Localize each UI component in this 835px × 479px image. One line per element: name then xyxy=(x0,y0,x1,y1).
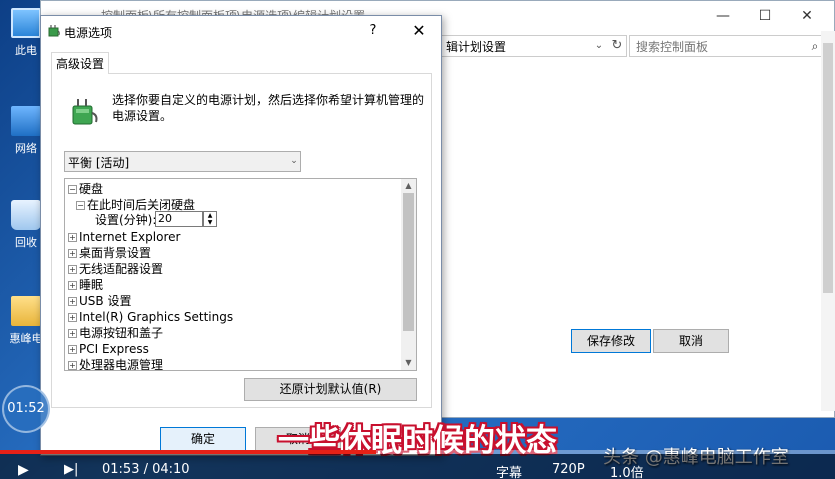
network-globe-icon xyxy=(11,106,41,136)
expand-icon[interactable]: + xyxy=(68,345,77,354)
tree-item-label: 无线适配器设置 xyxy=(79,262,164,276)
tree-item-label: 电源按钮和盖子 xyxy=(79,326,164,340)
desktop-icon-label: 此电 xyxy=(15,44,37,57)
expand-icon[interactable]: + xyxy=(68,361,77,370)
tree-item-intel-graphics[interactable]: + Intel(R) Graphics Settings xyxy=(68,309,233,325)
time-display: 01:53 / 04:10 xyxy=(102,462,190,477)
chevron-down-icon[interactable]: ⌄ xyxy=(287,151,301,172)
desktop-icon-label: 网络 xyxy=(15,142,37,155)
tree-item-label: USB 设置 xyxy=(79,294,132,308)
tree-item-processor-power[interactable]: + 处理器电源管理 xyxy=(68,357,164,371)
tree-item-label: Internet Explorer xyxy=(79,230,181,244)
play-icon[interactable]: ▶ xyxy=(18,462,29,478)
tree-item-label: 硬盘 xyxy=(79,182,104,196)
intro-text: 选择你要自定义的电源计划，然后选择你希望计算机管理的电源设置。 xyxy=(112,93,425,123)
tree-item-desktop-background[interactable]: + 桌面背景设置 xyxy=(68,245,151,261)
scroll-down-icon[interactable]: ▼ xyxy=(401,356,416,370)
close-icon[interactable]: ✕ xyxy=(793,5,821,27)
expand-icon[interactable]: + xyxy=(68,233,77,242)
collapse-icon[interactable]: − xyxy=(68,185,77,194)
expand-icon[interactable]: + xyxy=(68,281,77,290)
tree-item-label: 在此时间后关闭硬盘 xyxy=(87,198,196,212)
ok-button[interactable]: 确定 xyxy=(160,427,246,452)
tree-item-label: PCI Express xyxy=(79,342,149,356)
tree-item-label: 睡眠 xyxy=(79,278,104,292)
maximize-icon[interactable]: ☐ xyxy=(751,5,779,27)
minimize-icon[interactable]: — xyxy=(709,5,737,27)
chevron-down-icon[interactable]: ⌄ xyxy=(589,35,609,57)
tree-item-label: 桌面背景设置 xyxy=(79,246,152,260)
tree-item-internet-explorer[interactable]: + Internet Explorer xyxy=(68,229,180,245)
computer-icon xyxy=(11,8,41,38)
desktop-icon-label: 惠峰电 xyxy=(9,332,43,345)
folder-icon xyxy=(11,296,41,326)
tree-item-hard-disk[interactable]: − 硬盘 xyxy=(68,181,103,197)
elapsed-time-badge: 01:52 xyxy=(2,385,50,433)
vertical-scrollbar[interactable] xyxy=(821,31,835,411)
power-options-dialog: 电源选项 ? ✕ 高级设置 选择你要自定义的电源计划，然后选择你希望计算机管理的… xyxy=(40,15,442,456)
save-changes-button[interactable]: 保存修改 xyxy=(571,329,651,353)
quality-button[interactable]: 720P xyxy=(552,462,585,477)
address-text: 辑计划设置 xyxy=(446,40,507,54)
tree-item-wireless-adapter[interactable]: + 无线适配器设置 xyxy=(68,261,163,277)
dialog-titlebar: 电源选项 ? ✕ xyxy=(41,16,441,46)
subtitles-button[interactable]: 字幕 xyxy=(496,462,522,479)
refresh-icon[interactable]: ↻ xyxy=(607,35,627,57)
search-input[interactable]: 搜索控制面板 xyxy=(629,35,825,57)
expand-icon[interactable]: + xyxy=(68,297,77,306)
expand-icon[interactable]: + xyxy=(68,249,77,258)
setting-minutes-label: 设置(分钟): xyxy=(95,213,157,227)
power-plan-large-icon xyxy=(72,99,98,125)
tree-item-usb[interactable]: + USB 设置 xyxy=(68,293,131,309)
power-plan-icon xyxy=(48,25,60,37)
minutes-input[interactable]: 20 xyxy=(155,211,203,227)
speed-button[interactable]: 1.0倍 xyxy=(610,462,644,479)
scrollbar-thumb[interactable] xyxy=(823,43,833,293)
next-icon[interactable]: ▶| xyxy=(64,462,78,477)
tree-item-sleep[interactable]: + 睡眠 xyxy=(68,277,103,293)
tree-item-label: Intel(R) Graphics Settings xyxy=(79,310,234,324)
video-controls: ▶ ▶| 01:53 / 04:10 字幕 720P 1.0倍 xyxy=(0,454,835,479)
power-plan-select[interactable]: 平衡 [活动] xyxy=(64,151,301,172)
tree-item-label: 处理器电源管理 xyxy=(79,358,164,371)
restore-defaults-button[interactable]: 还原计划默认值(R) xyxy=(244,378,417,401)
expand-icon[interactable]: + xyxy=(68,329,77,338)
scrollbar-thumb[interactable] xyxy=(403,193,414,331)
desktop-icon-label: 回收 xyxy=(15,236,37,249)
expand-icon[interactable]: + xyxy=(68,313,77,322)
settings-tree[interactable]: − 硬盘 − 在此时间后关闭硬盘 设置(分钟): 20 ▲ ▼ + Internet E… xyxy=(64,178,417,371)
search-placeholder: 搜索控制面板 xyxy=(636,40,709,54)
tree-item-pci-express[interactable]: + PCI Express xyxy=(68,341,149,357)
minutes-spinner[interactable]: ▲ ▼ xyxy=(203,211,217,227)
tree-item-power-buttons[interactable]: + 电源按钮和盖子 xyxy=(68,325,163,341)
collapse-icon[interactable]: − xyxy=(76,201,85,210)
dialog-title: 电源选项 xyxy=(64,26,113,40)
expand-icon[interactable]: + xyxy=(68,265,77,274)
tab-advanced-settings[interactable]: 高级设置 xyxy=(51,52,109,74)
help-icon[interactable]: ? xyxy=(363,20,383,42)
plan-select-value: 平衡 [活动] xyxy=(68,156,130,170)
scroll-up-icon[interactable]: ▲ xyxy=(401,179,416,193)
trash-icon xyxy=(11,200,41,230)
cancel-button[interactable]: 取消 xyxy=(653,329,729,353)
tree-scrollbar[interactable]: ▲ ▼ xyxy=(401,179,416,370)
close-icon[interactable]: ✕ xyxy=(405,20,433,42)
